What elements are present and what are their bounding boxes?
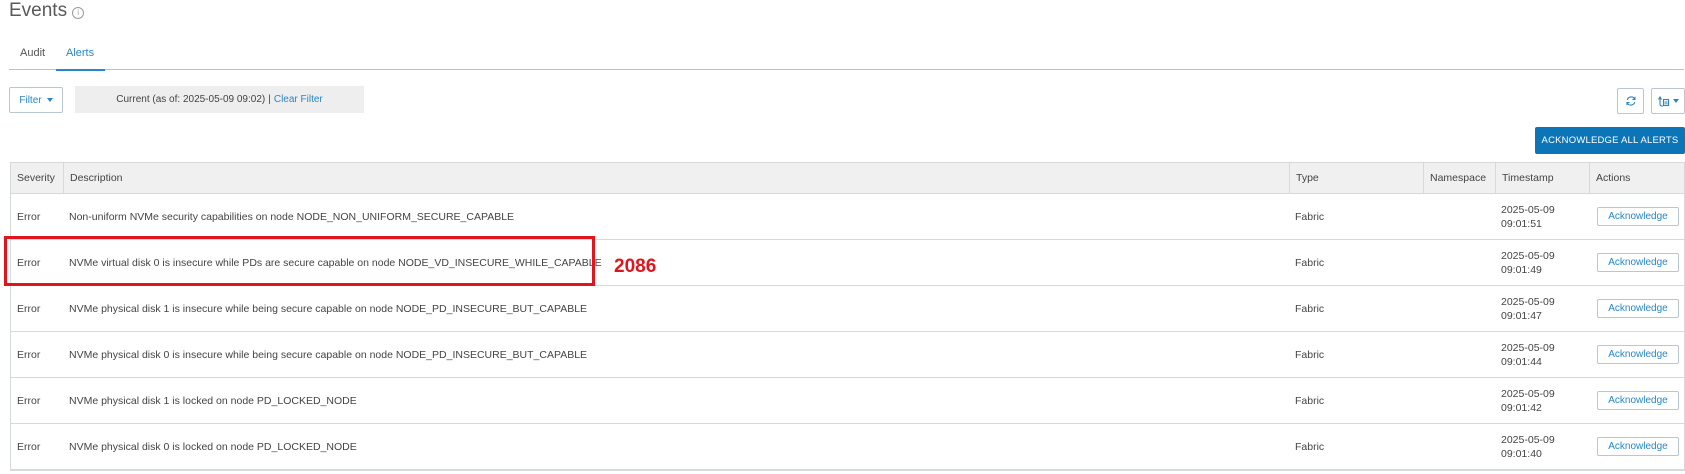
timestamp-cell: 2025-05-09 09:01:40: [1495, 424, 1589, 469]
severity-cell: Error: [17, 210, 41, 223]
acknowledge-button[interactable]: Acknowledge: [1597, 207, 1679, 226]
column-header-timestamp[interactable]: Timestamp: [1495, 163, 1589, 193]
tab-audit[interactable]: Audit: [20, 47, 45, 59]
timestamp-cell: 2025-05-09 09:01:47: [1495, 286, 1589, 331]
actions-cell: Acknowledge: [1589, 378, 1685, 423]
severity-cell: Error: [17, 348, 41, 361]
type-cell: Fabric: [1295, 348, 1325, 361]
type-cell: Fabric: [1295, 394, 1325, 407]
filter-button-label: Filter: [19, 94, 42, 106]
timestamp-time: 09:01:42: [1501, 401, 1542, 414]
filter-separator: |: [268, 94, 271, 105]
timestamp-date: 2025-05-09: [1501, 433, 1555, 446]
table-row: Error NVMe physical disk 0 is locked on …: [11, 424, 1684, 470]
timestamp-date: 2025-05-09: [1501, 341, 1555, 354]
annotation-label: 2086: [614, 256, 657, 277]
timestamp-time: 09:01:47: [1501, 309, 1542, 322]
refresh-icon: [1625, 96, 1636, 106]
clear-filter-link[interactable]: Clear Filter: [274, 94, 323, 105]
filter-button[interactable]: Filter: [9, 87, 63, 113]
page-title: Events: [9, 0, 68, 21]
acknowledge-button[interactable]: Acknowledge: [1597, 391, 1679, 410]
actions-cell: Acknowledge: [1589, 194, 1685, 239]
severity-cell: Error: [17, 302, 41, 315]
acknowledge-button[interactable]: Acknowledge: [1597, 437, 1679, 456]
column-header-namespace[interactable]: Namespace: [1423, 163, 1495, 193]
namespace-cell: [1423, 424, 1495, 469]
chevron-down-icon: [46, 98, 53, 102]
severity-cell: Error: [17, 440, 41, 453]
timestamp-date: 2025-05-09: [1501, 295, 1555, 308]
acknowledge-button[interactable]: Acknowledge: [1597, 345, 1679, 364]
namespace-cell: [1423, 286, 1495, 331]
export-button[interactable]: [1651, 88, 1685, 114]
description-cell: NVMe physical disk 1 is locked on node P…: [69, 394, 357, 407]
description-cell: NVMe physical disk 0 is locked on node P…: [69, 440, 357, 453]
actions-cell: Acknowledge: [1589, 286, 1685, 331]
timestamp-date: 2025-05-09: [1501, 249, 1555, 262]
refresh-button[interactable]: [1617, 88, 1644, 114]
timestamp-date: 2025-05-09: [1501, 387, 1555, 400]
table-row: Error NVMe physical disk 1 is insecure w…: [11, 286, 1684, 332]
timestamp-time: 09:01:40: [1501, 447, 1542, 460]
type-cell: Fabric: [1295, 256, 1325, 269]
timestamp-cell: 2025-05-09 09:01:44: [1495, 332, 1589, 377]
timestamp-time: 09:01:51: [1501, 217, 1542, 230]
namespace-cell: [1423, 194, 1495, 239]
description-cell: NVMe physical disk 1 is insecure while b…: [69, 302, 588, 315]
namespace-cell: [1423, 240, 1495, 285]
export-icon: [1658, 95, 1670, 107]
chevron-down-icon: [1673, 99, 1679, 103]
type-cell: Fabric: [1295, 210, 1325, 223]
namespace-cell: [1423, 332, 1495, 377]
highlight-box: [4, 236, 595, 286]
alerts-table: Severity Description Type Namespace Time…: [10, 162, 1685, 471]
timestamp-cell: 2025-05-09 09:01:49: [1495, 240, 1589, 285]
table-header: Severity Description Type Namespace Time…: [11, 163, 1684, 194]
namespace-cell: [1423, 378, 1495, 423]
table-row: Error Non-uniform NVMe security capabili…: [11, 194, 1684, 240]
column-header-severity[interactable]: Severity: [11, 163, 63, 193]
description-cell: Non-uniform NVMe security capabilities o…: [69, 210, 515, 223]
actions-cell: Acknowledge: [1589, 424, 1685, 469]
type-cell: Fabric: [1295, 302, 1325, 315]
actions-cell: Acknowledge: [1589, 332, 1685, 377]
timestamp-date: 2025-05-09: [1501, 203, 1555, 216]
tab-bar: Audit Alerts: [9, 41, 1684, 71]
acknowledge-button[interactable]: Acknowledge: [1597, 253, 1679, 272]
filter-summary: Current (as of: 2025-05-09 09:02) | Clea…: [75, 86, 364, 113]
timestamp-cell: 2025-05-09 09:01:42: [1495, 378, 1589, 423]
table-row: Error NVMe physical disk 0 is insecure w…: [11, 332, 1684, 378]
column-header-description[interactable]: Description: [63, 163, 1289, 193]
filter-summary-text: Current (as of: 2025-05-09 09:02): [116, 94, 266, 105]
info-icon[interactable]: i: [72, 7, 85, 19]
actions-cell: Acknowledge: [1589, 240, 1685, 285]
timestamp-time: 09:01:44: [1501, 355, 1542, 368]
active-tab-indicator: [56, 69, 105, 71]
column-header-type[interactable]: Type: [1289, 163, 1423, 193]
description-cell: NVMe physical disk 0 is insecure while b…: [69, 348, 588, 361]
table-row: Error NVMe physical disk 1 is locked on …: [11, 378, 1684, 424]
page-header: Events i: [9, 0, 85, 22]
column-header-actions: Actions: [1589, 163, 1685, 193]
tab-alerts[interactable]: Alerts: [66, 47, 94, 59]
acknowledge-button[interactable]: Acknowledge: [1597, 299, 1679, 318]
timestamp-cell: 2025-05-09 09:01:51: [1495, 194, 1589, 239]
timestamp-time: 09:01:49: [1501, 263, 1542, 276]
acknowledge-all-alerts-button[interactable]: ACKNOWLEDGE ALL ALERTS: [1535, 127, 1685, 154]
type-cell: Fabric: [1295, 440, 1325, 453]
severity-cell: Error: [17, 394, 41, 407]
